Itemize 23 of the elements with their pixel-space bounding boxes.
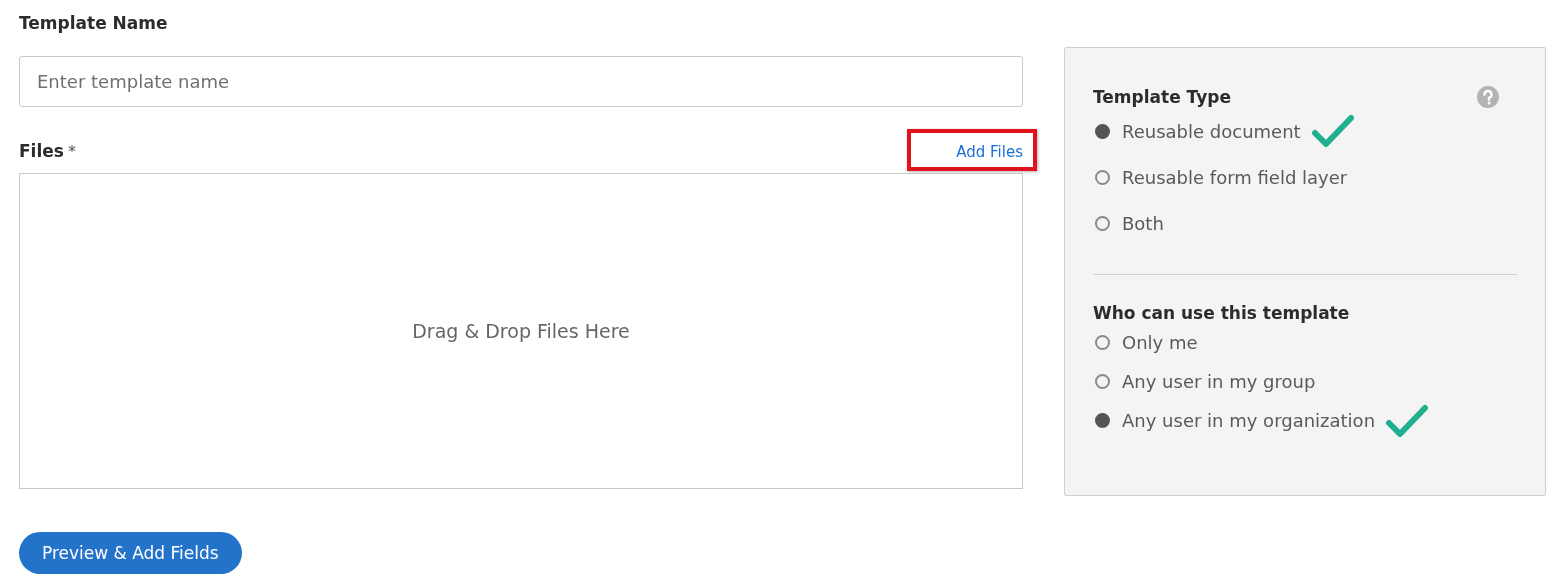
radio-button[interactable] xyxy=(1095,413,1110,428)
radio-button[interactable] xyxy=(1095,374,1110,389)
field-label: Template Name xyxy=(19,12,169,35)
preview-add-fields-button[interactable]: Preview & Add Fields xyxy=(19,532,242,574)
drop-zone-text: Drag & Drop Files Here xyxy=(412,320,630,342)
required-mark: * xyxy=(67,142,76,161)
add-files-link[interactable]: Add Files xyxy=(907,129,1037,171)
option-label: Only me xyxy=(1122,332,1198,353)
option-label: Both xyxy=(1122,212,1164,234)
option-label: Any user in my organization xyxy=(1122,410,1376,431)
option-label: Reusable form field layer xyxy=(1122,166,1348,188)
section-title: Template Type xyxy=(1093,87,1231,107)
radio-button[interactable] xyxy=(1095,169,1110,185)
radio-button[interactable] xyxy=(1095,215,1110,231)
template-name-field[interactable]: Enter template name xyxy=(19,56,1023,107)
field-label: Files xyxy=(19,141,64,161)
option-label: Reusable document xyxy=(1122,120,1301,142)
radio-button[interactable] xyxy=(1095,335,1110,350)
option-label: Any user in my group xyxy=(1122,371,1316,392)
help-icon[interactable] xyxy=(1477,86,1499,108)
section-title: Who can use this template xyxy=(1093,303,1350,323)
drop-zone[interactable]: Drag & Drop Files Here xyxy=(19,173,1023,489)
radio-button[interactable] xyxy=(1095,123,1110,139)
